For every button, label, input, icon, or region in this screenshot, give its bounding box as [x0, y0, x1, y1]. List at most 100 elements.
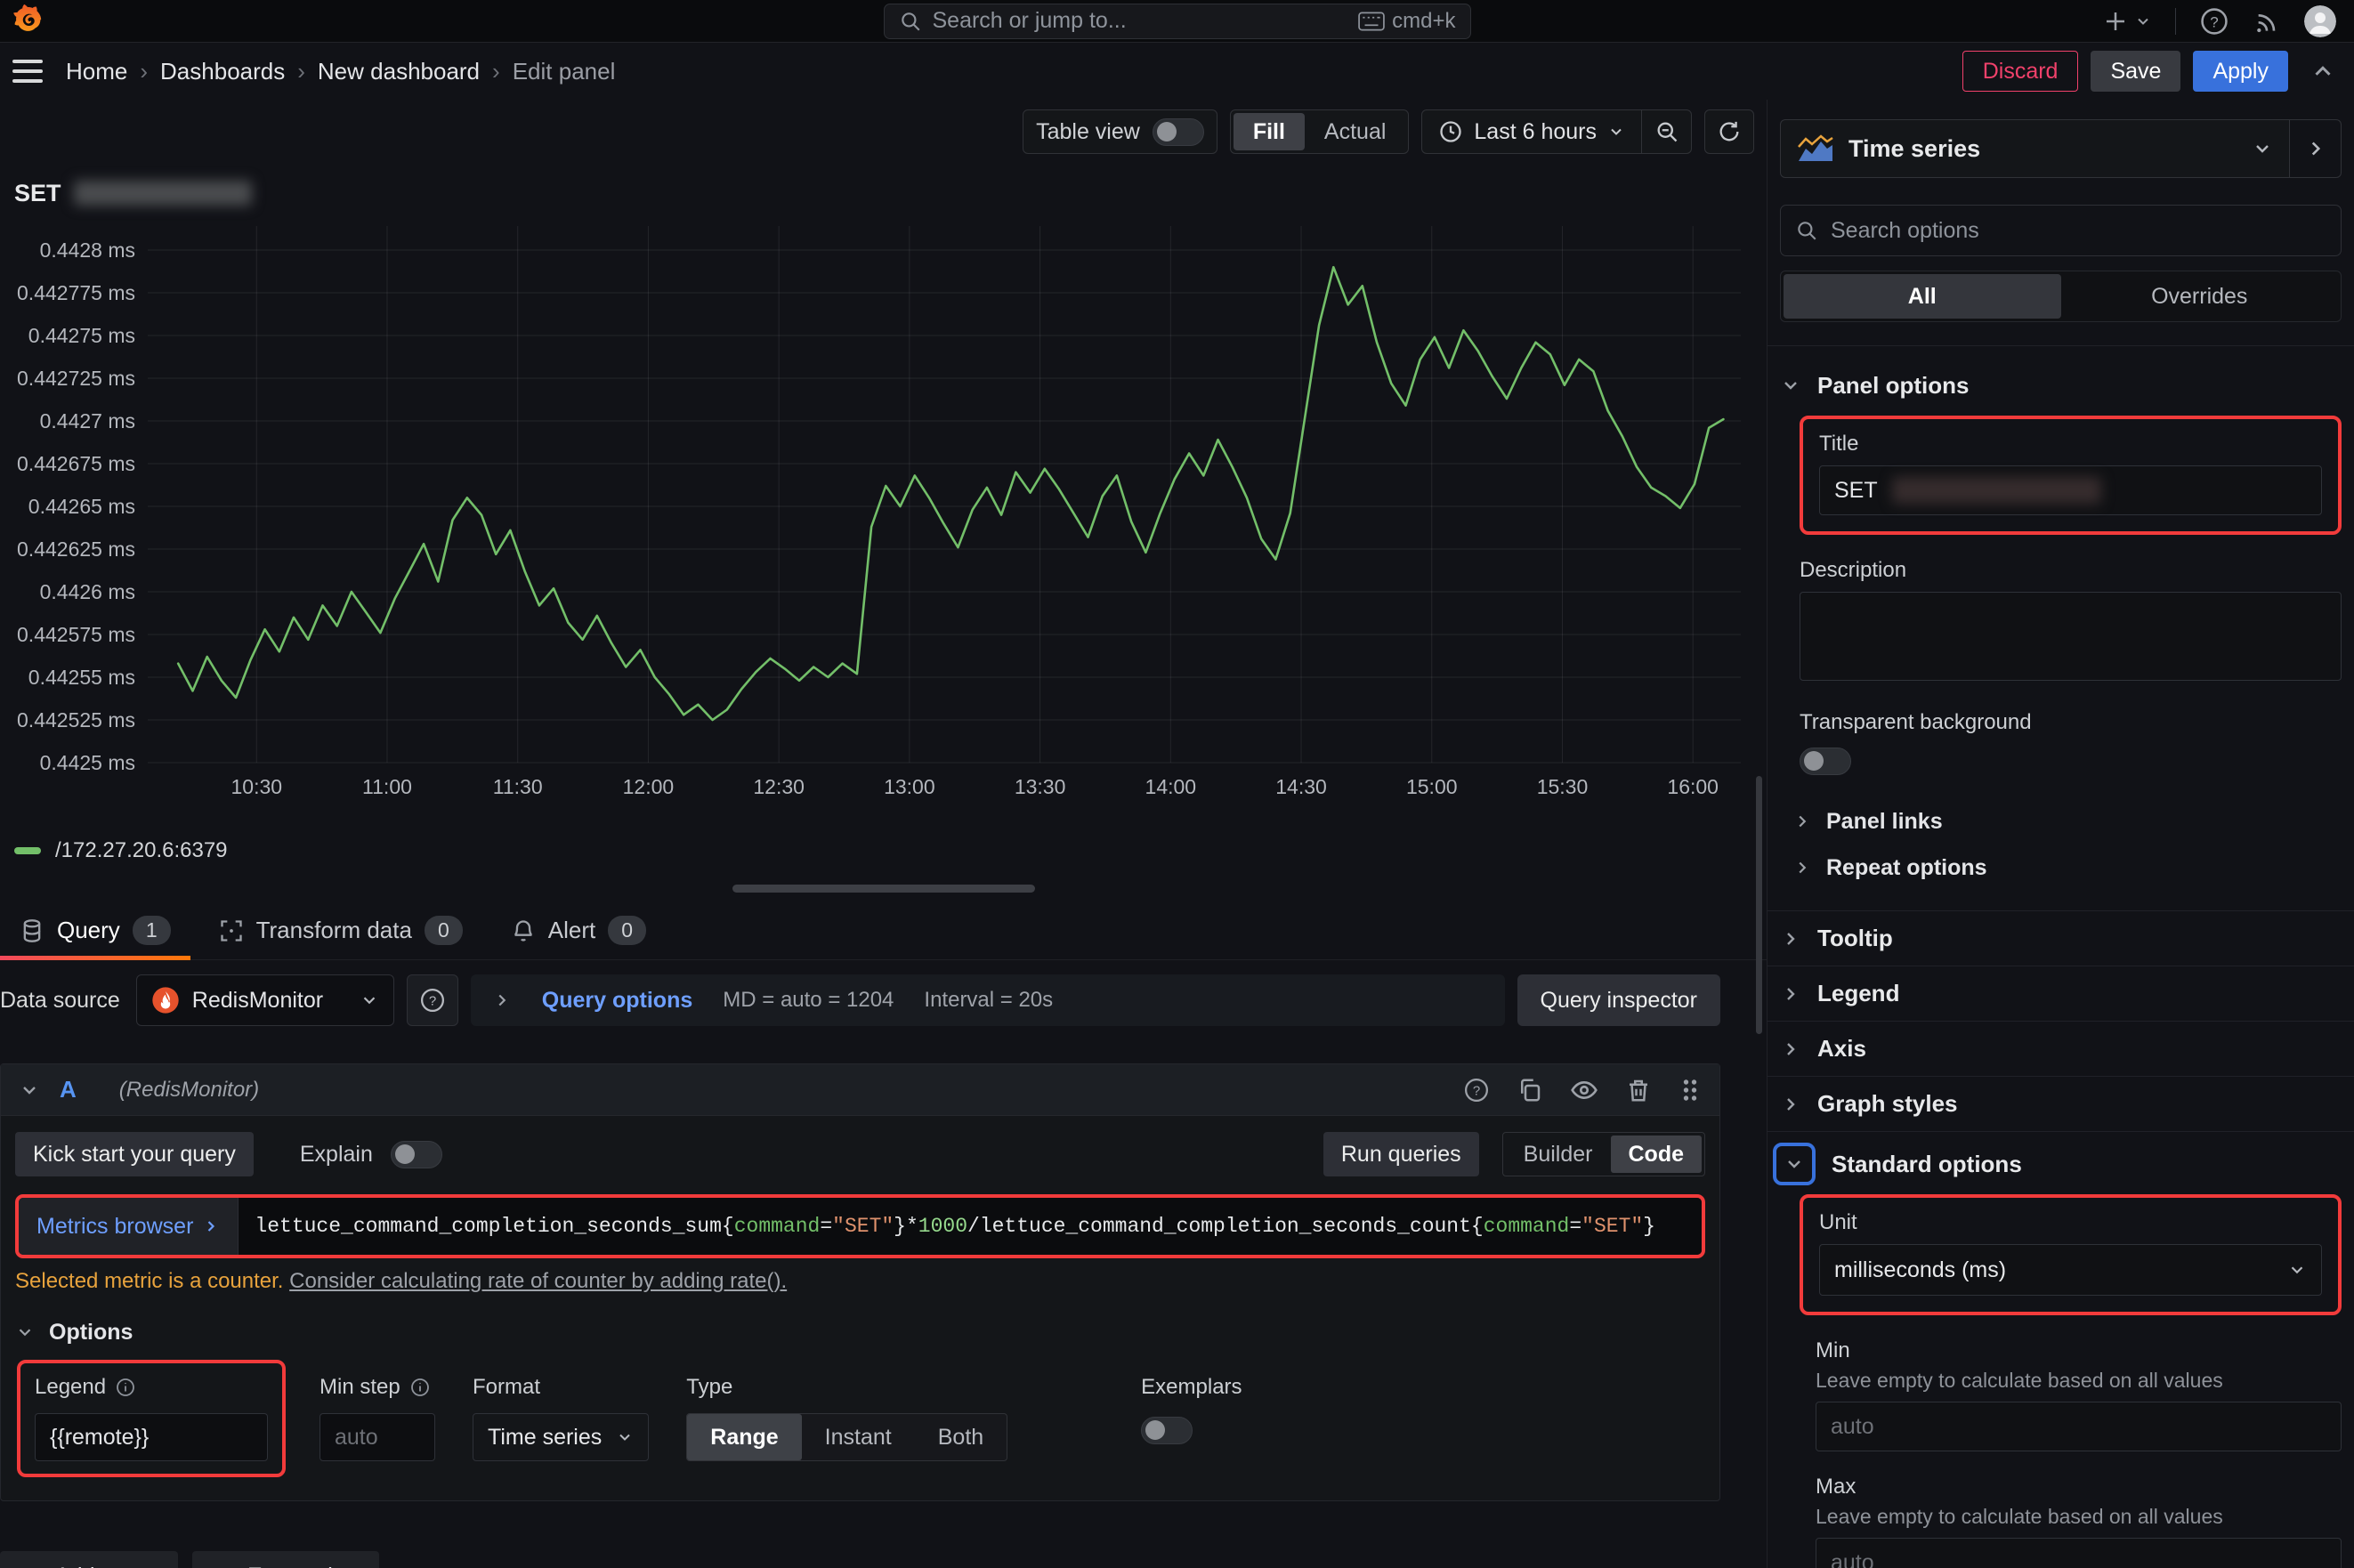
zoom-out-icon	[1654, 119, 1679, 144]
svg-text:0.442625 ms: 0.442625 ms	[17, 537, 135, 561]
add-new-button[interactable]	[2102, 8, 2152, 35]
zoom-out-button[interactable]	[1641, 110, 1691, 153]
options-search	[1780, 205, 2342, 256]
chevron-down-icon	[2287, 1260, 2307, 1280]
tab-transform-data[interactable]: Transform data 0	[199, 901, 482, 959]
max-help-text: Leave empty to calculate based on all va…	[1816, 1505, 2342, 1529]
series-legend-label: /172.27.20.6:6379	[55, 838, 228, 863]
kick-start-query-button[interactable]: Kick start your query	[15, 1132, 254, 1176]
time-range-picker[interactable]: Last 6 hours	[1422, 119, 1641, 145]
builder-option[interactable]: Builder	[1506, 1136, 1611, 1173]
min-step-input[interactable]	[320, 1413, 435, 1461]
transparent-bg-toggle[interactable]	[1800, 748, 1851, 775]
section-axis[interactable]: Axis	[1768, 1021, 2354, 1076]
description-label: Description	[1800, 558, 2342, 583]
add-query-button[interactable]: Add query	[0, 1551, 178, 1568]
redacted-title-value	[1892, 477, 2101, 504]
type-instant[interactable]: Instant	[802, 1414, 915, 1460]
format-select[interactable]: Time series	[473, 1413, 649, 1461]
datasource-picker[interactable]: RedisMonitor	[136, 974, 394, 1026]
grafana-logo-icon[interactable]	[11, 4, 44, 38]
editor-scrollbar[interactable]	[1756, 776, 1762, 1034]
actual-option[interactable]: Actual	[1305, 113, 1405, 150]
chevron-right-icon	[202, 1217, 220, 1235]
query-help-icon[interactable]: ?	[1463, 1077, 1490, 1103]
news-rss-icon[interactable]	[2253, 7, 2281, 36]
delete-query-icon[interactable]	[1625, 1077, 1652, 1103]
options-collapse-header[interactable]: Options	[15, 1310, 1705, 1354]
breadcrumb-bar: Home › Dashboards › New dashboard › Edit…	[0, 43, 2354, 100]
collapse-sidebar-button[interactable]	[2290, 119, 2342, 178]
time-series-chart[interactable]: 10:3011:0011:3012:0012:3013:0013:3014:00…	[14, 210, 1750, 833]
type-both[interactable]: Both	[915, 1414, 1007, 1460]
chevron-right-icon[interactable]	[492, 990, 512, 1010]
menu-toggle-icon[interactable]	[12, 60, 43, 83]
unit-select[interactable]: milliseconds (ms)	[1819, 1244, 2322, 1296]
transparent-bg-label: Transparent background	[1800, 710, 2342, 735]
min-step-group: Min step	[320, 1360, 435, 1461]
chevron-right-icon: ›	[297, 58, 305, 85]
query-header[interactable]: A (RedisMonitor) ?	[1, 1064, 1719, 1116]
run-queries-button[interactable]: Run queries	[1323, 1132, 1479, 1176]
svg-text:16:00: 16:00	[1667, 775, 1719, 798]
collapse-header-button[interactable]	[2310, 58, 2336, 85]
panel-links-row[interactable]: Panel links	[1792, 798, 2342, 845]
breadcrumb: Home › Dashboards › New dashboard › Edit…	[66, 58, 615, 85]
breadcrumb-new-dashboard[interactable]: New dashboard	[318, 58, 480, 85]
panel-options-header[interactable]: Panel options	[1780, 360, 2342, 410]
discard-button[interactable]: Discard	[1962, 51, 2079, 92]
tab-overrides[interactable]: Overrides	[2061, 274, 2339, 319]
description-input[interactable]	[1800, 592, 2342, 681]
refresh-button[interactable]	[1704, 109, 1754, 154]
code-option[interactable]: Code	[1611, 1136, 1703, 1173]
save-button[interactable]: Save	[2091, 51, 2180, 92]
svg-text:0.442725 ms: 0.442725 ms	[17, 367, 135, 390]
svg-text:0.4426 ms: 0.4426 ms	[40, 580, 135, 603]
duplicate-query-icon[interactable]	[1517, 1077, 1543, 1103]
max-input[interactable]	[1816, 1538, 2342, 1568]
svg-text:0.44275 ms: 0.44275 ms	[28, 324, 135, 347]
table-view-toggle[interactable]	[1153, 118, 1204, 146]
title-input[interactable]: SET	[1819, 465, 2322, 515]
exemplars-toggle[interactable]	[1141, 1417, 1193, 1444]
warning-rate-link[interactable]: Consider calculating rate of counter by …	[289, 1269, 787, 1293]
svg-text:10:30: 10:30	[231, 775, 282, 798]
query-options-link[interactable]: Query options	[542, 988, 692, 1014]
apply-button[interactable]: Apply	[2193, 51, 2288, 92]
repeat-options-row[interactable]: Repeat options	[1792, 845, 2342, 891]
breadcrumb-dashboards[interactable]: Dashboards	[160, 58, 285, 85]
series-legend[interactable]: /172.27.20.6:6379	[14, 835, 1752, 867]
svg-text:0.44255 ms: 0.44255 ms	[28, 666, 135, 689]
datasource-help-button[interactable]: ?	[407, 974, 458, 1026]
search-input[interactable]	[933, 8, 1359, 34]
add-expression-button[interactable]: Expression	[192, 1551, 379, 1568]
panel-resize-handle[interactable]	[732, 885, 1035, 893]
visualization-picker[interactable]: Time series	[1780, 119, 2290, 178]
drag-handle-icon[interactable]	[1679, 1077, 1702, 1103]
fill-option[interactable]: Fill	[1234, 113, 1305, 150]
viz-toolbar: Table view Fill Actual Last 6 hours	[0, 100, 1767, 164]
standard-options-header[interactable]: Standard options	[1780, 1139, 2342, 1189]
user-avatar[interactable]	[2304, 5, 2336, 37]
options-search-input[interactable]	[1831, 218, 2326, 244]
promql-expression-input[interactable]: lettuce_command_completion_seconds_sum{c…	[238, 1198, 1702, 1255]
options-sidebar: Time series All Overrides Panel options …	[1767, 100, 2354, 1568]
legend-input[interactable]	[35, 1413, 268, 1461]
section-tooltip[interactable]: Tooltip	[1768, 910, 2354, 966]
chevron-down-icon	[2252, 138, 2273, 159]
metrics-browser-button[interactable]: Metrics browser	[19, 1198, 238, 1255]
tab-query[interactable]: Query 1	[0, 901, 190, 959]
min-input[interactable]	[1816, 1402, 2342, 1451]
query-inspector-button[interactable]: Query inspector	[1517, 974, 1720, 1026]
breadcrumb-home[interactable]: Home	[66, 58, 127, 85]
toggle-visibility-icon[interactable]	[1570, 1076, 1598, 1104]
chevron-right-icon: ›	[492, 58, 500, 85]
tab-alert[interactable]: Alert 0	[491, 901, 666, 959]
tab-all[interactable]: All	[1784, 274, 2061, 319]
type-range[interactable]: Range	[687, 1414, 801, 1460]
explain-toggle[interactable]	[391, 1141, 442, 1168]
panel-title: SET	[14, 176, 1752, 210]
section-graph-styles[interactable]: Graph styles	[1768, 1076, 2354, 1131]
section-legend[interactable]: Legend	[1768, 966, 2354, 1021]
help-icon[interactable]: ?	[2199, 6, 2229, 36]
